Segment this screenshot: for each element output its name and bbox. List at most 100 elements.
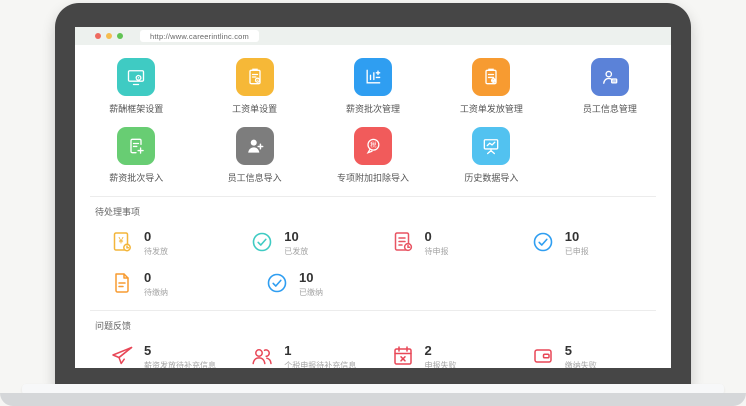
doc-lines-icon (110, 271, 134, 295)
pending-stats-row-1: ¥ 0 待发放 (75, 230, 671, 257)
stat-paid-out: 10 已发放 (250, 230, 390, 257)
stat-text: 0 待申报 (425, 230, 449, 257)
address-bar[interactable]: http://www.careerintlinc.com (140, 30, 259, 42)
stat-pending-declaration: 0 待申报 (391, 230, 531, 257)
yen-character: ¥ (117, 236, 124, 246)
paper-plane-icon (110, 344, 134, 368)
calendar-x-icon (391, 344, 415, 368)
stat-value: 0 (144, 271, 168, 285)
stat-label: 待发放 (144, 246, 168, 257)
people-icon (250, 344, 274, 368)
check-circle-icon (265, 271, 289, 295)
app-tile-special-deduction-import[interactable]: 税 专项附加扣除导入 (314, 127, 432, 184)
stat-text: 2 申报失败 (425, 344, 457, 368)
stat-text: 0 待发放 (144, 230, 168, 257)
app-tile-label: 工资单设置 (232, 102, 277, 115)
monitor-gear-icon (117, 58, 155, 96)
stat-label: 缴纳失败 (565, 360, 597, 368)
stat-label: 已发放 (284, 246, 308, 257)
app-tile-salary-batch-import[interactable]: 薪资批次导入 (77, 127, 195, 184)
stat-tax-declaration-info-needed: 1 个税申报待补充信息 (250, 344, 390, 368)
feedback-section-title: 问题反馈 (95, 319, 671, 332)
laptop-bezel: http://www.careerintlinc.com 薪酬框架设置 (55, 3, 691, 389)
stat-text: 10 已缴纳 (299, 271, 323, 298)
stat-payment-failed: 5 缴纳失败 (531, 344, 671, 368)
chart-adjust-icon (354, 58, 392, 96)
app-tile-employee-info-management[interactable]: 员工信息管理 (551, 58, 669, 115)
doc-clock-icon (391, 230, 415, 254)
app-tile-payslip-settings[interactable]: 工资单设置 (195, 58, 313, 115)
browser-window: http://www.careerintlinc.com 薪酬框架设置 (75, 27, 671, 368)
tax-bubble-icon: 税 (354, 127, 392, 165)
stat-label: 待申报 (425, 246, 449, 257)
app-tile-label: 薪资批次导入 (109, 171, 163, 184)
stat-value: 1 (284, 344, 356, 358)
check-circle-icon (250, 230, 274, 254)
app-tile-label: 专项附加扣除导入 (337, 171, 409, 184)
tax-character: 税 (370, 140, 377, 149)
stat-value: 10 (565, 230, 589, 244)
stat-label: 申报失败 (425, 360, 457, 368)
clipboard-list-icon (472, 58, 510, 96)
stat-text: 10 已发放 (284, 230, 308, 257)
zoom-window-button[interactable] (117, 33, 123, 39)
clipboard-gear-icon (236, 58, 274, 96)
app-grid-row-2: 薪资批次导入 员工信息导入 (75, 127, 671, 184)
stat-declared: 10 已申报 (531, 230, 671, 257)
stat-text: 0 待缴纳 (144, 271, 168, 298)
app-tile-payslip-distribution-management[interactable]: 工资单发放管理 (432, 58, 550, 115)
app-grid-row-1: 薪酬框架设置 工资单设置 (75, 58, 671, 115)
wallet-icon (531, 344, 555, 368)
stat-paid: 10 已缴纳 (265, 271, 420, 298)
app-tile-history-data-import[interactable]: 历史数据导入 (432, 127, 550, 184)
stat-value: 2 (425, 344, 457, 358)
stat-text: 5 薪资发放待补充信息 (144, 344, 216, 368)
feedback-stats-row: 5 薪资发放待补充信息 1 个税申报待补 (75, 344, 671, 368)
stat-text: 10 已申报 (565, 230, 589, 257)
pending-section-title: 待处理事项 (95, 205, 671, 218)
app-tile-label: 员工信息管理 (583, 102, 637, 115)
stat-label: 个税申报待补充信息 (284, 360, 356, 368)
presentation-chart-icon (472, 127, 510, 165)
app-tile-label: 工资单发放管理 (460, 102, 523, 115)
stat-value: 10 (284, 230, 308, 244)
app-tile-salary-framework-settings[interactable]: 薪酬框架设置 (77, 58, 195, 115)
stat-pending-payout: ¥ 0 待发放 (110, 230, 250, 257)
app-tile-employee-info-import[interactable]: 员工信息导入 (195, 127, 313, 184)
app-tile-salary-batch-management[interactable]: 薪资批次管理 (314, 58, 432, 115)
dashboard-content: 薪酬框架设置 工资单设置 (75, 45, 671, 368)
browser-toolbar: http://www.careerintlinc.com (75, 27, 671, 45)
stat-declaration-failed: 2 申报失败 (391, 344, 531, 368)
close-window-button[interactable] (95, 33, 101, 39)
laptop-mockup: http://www.careerintlinc.com 薪酬框架设置 (0, 0, 746, 406)
person-plus-icon (236, 127, 274, 165)
app-grid-empty-cell (551, 127, 669, 184)
url-text: http://www.careerintlinc.com (150, 32, 249, 41)
app-tile-label: 员工信息导入 (228, 171, 282, 184)
stat-pending-payment: 0 待缴纳 (110, 271, 265, 298)
app-tile-label: 薪酬框架设置 (109, 102, 163, 115)
stat-value: 5 (144, 344, 216, 358)
stat-payout-info-needed: 5 薪资发放待补充信息 (110, 344, 250, 368)
pending-stats-row-2: 0 待缴纳 10 已缴纳 (75, 271, 671, 298)
stat-label: 已缴纳 (299, 287, 323, 298)
stat-label: 已申报 (565, 246, 589, 257)
stat-value: 10 (299, 271, 323, 285)
section-divider (90, 310, 656, 311)
stat-text: 1 个税申报待补充信息 (284, 344, 356, 368)
check-circle-icon (531, 230, 555, 254)
stat-label: 待缴纳 (144, 287, 168, 298)
doc-plus-icon (117, 127, 155, 165)
stat-label: 薪资发放待补充信息 (144, 360, 216, 368)
section-divider (90, 196, 656, 197)
stat-value: 5 (565, 344, 597, 358)
minimize-window-button[interactable] (106, 33, 112, 39)
stat-value: 0 (425, 230, 449, 244)
person-card-icon (591, 58, 629, 96)
doc-yen-icon: ¥ (110, 230, 134, 254)
stat-text: 5 缴纳失败 (565, 344, 597, 368)
laptop-base (0, 393, 746, 406)
app-tile-label: 薪资批次管理 (346, 102, 400, 115)
app-tile-label: 历史数据导入 (464, 171, 518, 184)
stat-value: 0 (144, 230, 168, 244)
